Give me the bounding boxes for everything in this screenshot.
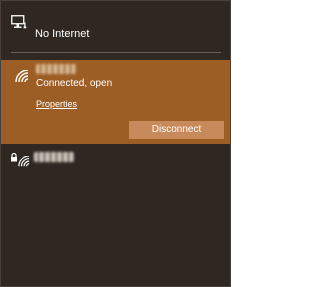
wifi-icon <box>17 155 31 167</box>
wifi-icon <box>14 69 30 84</box>
network-name <box>34 152 74 162</box>
network-list-item[interactable] <box>1 146 230 170</box>
network-status-text: No Internet <box>35 28 90 40</box>
active-network-name <box>36 64 76 74</box>
disconnect-button[interactable]: Disconnect <box>129 121 224 139</box>
network-flyout: No Internet Connected, open Properties D… <box>0 0 231 287</box>
properties-link[interactable]: Properties <box>36 99 77 109</box>
network-status-header: No Internet <box>1 1 230 53</box>
active-network-item[interactable]: Connected, open Properties Disconnect <box>1 60 230 144</box>
divider <box>11 52 221 53</box>
connection-status: Connected, open <box>36 78 113 89</box>
network-pc-icon <box>11 15 27 31</box>
